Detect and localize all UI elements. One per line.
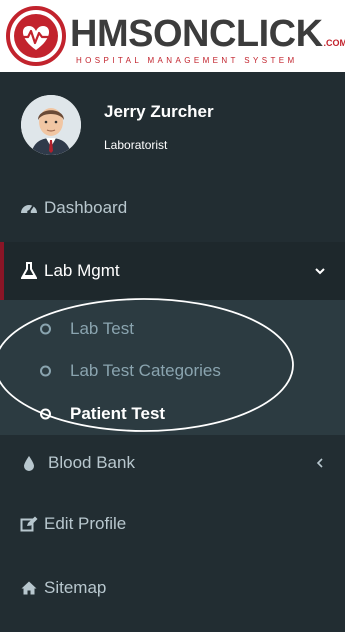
home-icon xyxy=(20,579,38,597)
user-name: Jerry Zurcher xyxy=(104,102,214,121)
sidebar-item-label: Edit Profile xyxy=(44,514,127,533)
brand-header: HMSONCLICK.COM HOSPITAL MANAGEMENT SYSTE… xyxy=(0,0,345,72)
sidebar-item-lab-mgmt[interactable]: Lab Mgmt xyxy=(0,242,345,300)
user-role: Laboratorist xyxy=(104,138,168,152)
sidebar-item-edit-profile[interactable]: Edit Profile xyxy=(0,496,345,552)
edit-icon xyxy=(20,515,38,533)
sidebar-item-label: Blood Bank xyxy=(48,453,135,472)
sidebar-item-label: Sitemap xyxy=(44,578,107,597)
submenu-item-lab-test[interactable]: Lab Test xyxy=(0,308,345,350)
circle-outline-icon xyxy=(40,323,51,335)
sidebar-item-label: Dashboard xyxy=(44,198,128,217)
circle-outline-icon xyxy=(40,365,51,377)
submenu-item-label: Lab Test xyxy=(70,319,134,338)
sidebar-item-label: Lab Mgmt xyxy=(44,261,120,280)
submenu-item-patient-test[interactable]: Patient Test xyxy=(0,393,345,435)
sidebar-item-sitemap[interactable]: Sitemap xyxy=(0,560,345,616)
brand-name-text: HMSONCLICK xyxy=(70,13,323,55)
brand-tagline: HOSPITAL MANAGEMENT SYSTEM xyxy=(76,56,298,65)
droplet-icon xyxy=(20,454,38,472)
sidebar-item-blood-bank[interactable]: Blood Bank xyxy=(0,435,345,491)
submenu-item-label: Lab Test Categories xyxy=(70,361,221,380)
flask-icon xyxy=(20,262,38,280)
heartbeat-logo-icon xyxy=(6,6,66,66)
avatar[interactable] xyxy=(21,95,81,155)
lab-mgmt-submenu: Lab Test Lab Test Categories Patient Tes… xyxy=(0,300,345,435)
brand-suffix: .COM xyxy=(323,38,345,48)
tachometer-icon xyxy=(20,199,38,217)
chevron-down-icon xyxy=(315,268,325,275)
user-avatar-icon xyxy=(21,95,81,155)
chevron-left-icon xyxy=(316,458,323,468)
sidebar-item-dashboard[interactable]: Dashboard xyxy=(0,180,345,236)
user-panel: Jerry Zurcher Laboratorist xyxy=(0,72,345,172)
submenu-item-label: Patient Test xyxy=(70,404,166,423)
submenu-item-lab-test-categories[interactable]: Lab Test Categories xyxy=(0,350,345,392)
circle-outline-icon xyxy=(40,408,51,420)
sidebar: Jerry Zurcher Laboratorist Dashboard Lab… xyxy=(0,72,345,632)
